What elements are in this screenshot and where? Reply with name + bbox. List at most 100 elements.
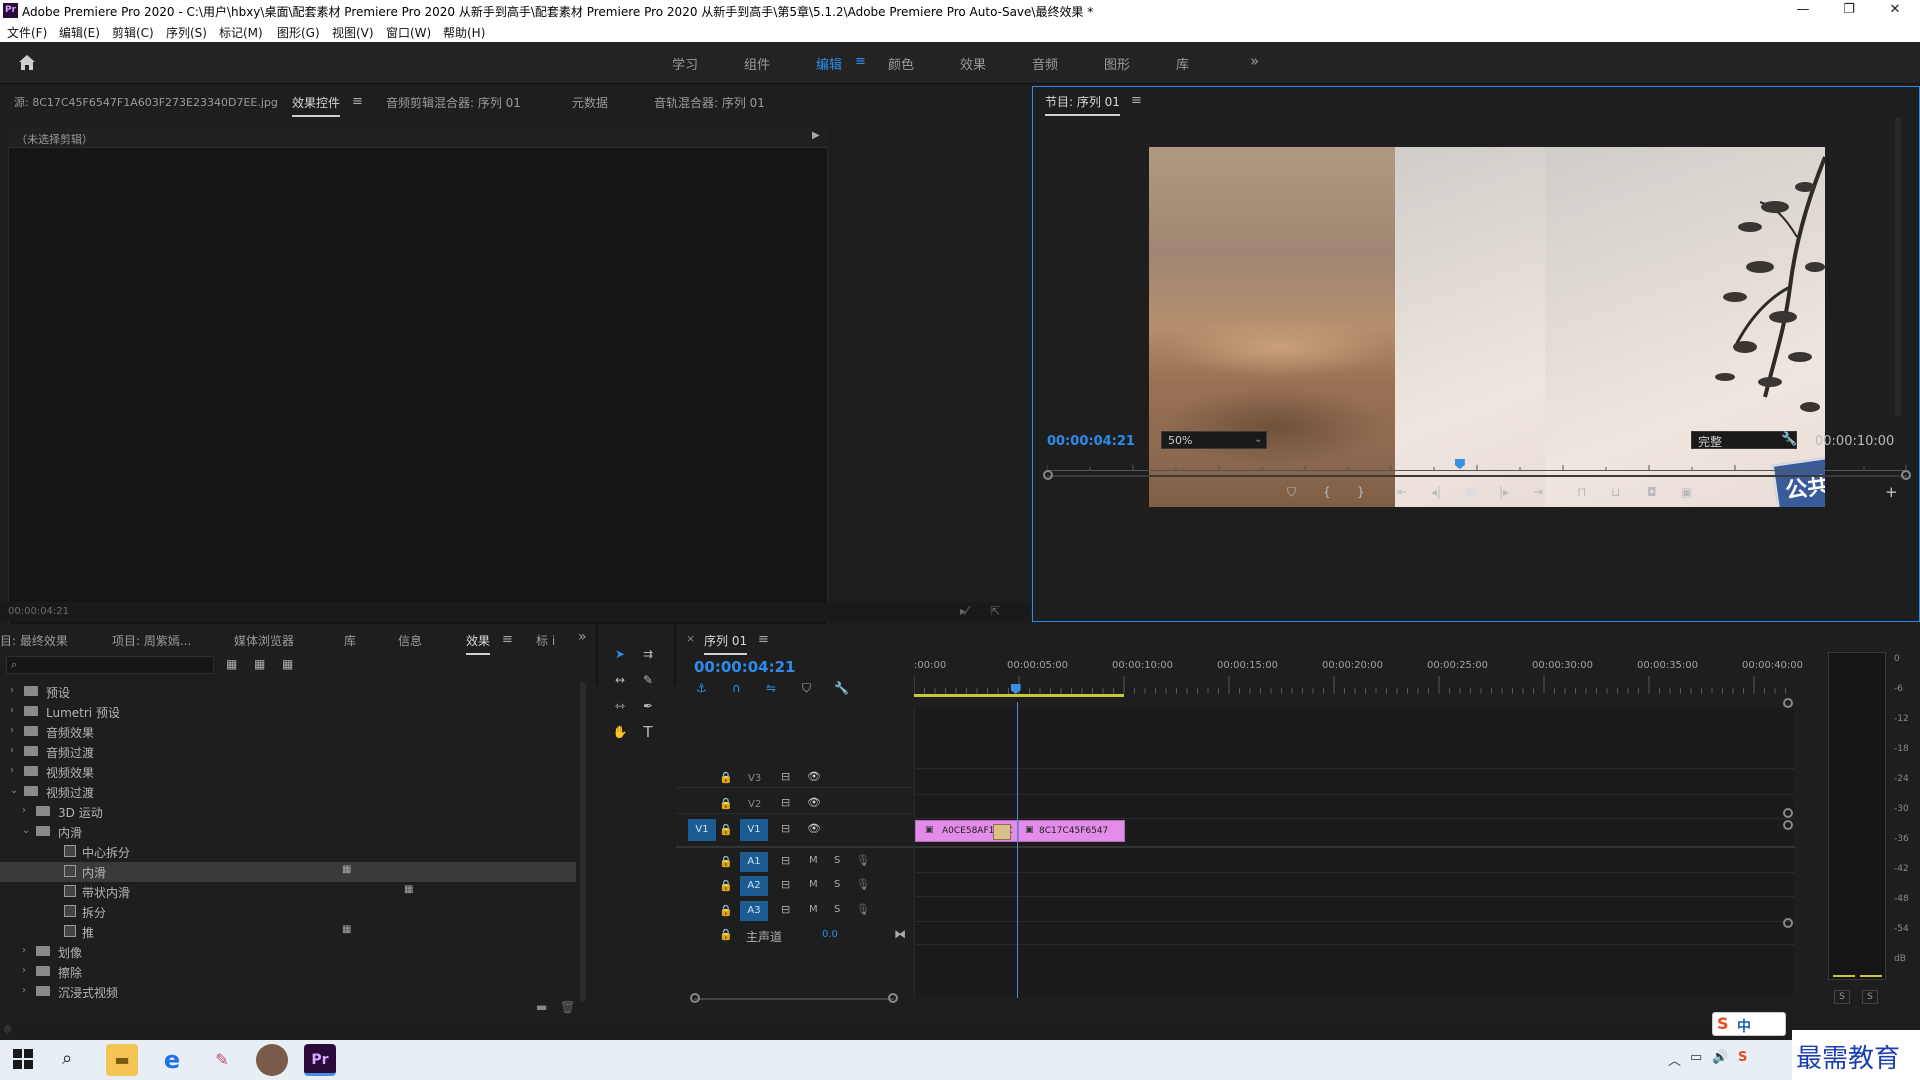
export-icon[interactable]: ⇱: [990, 604, 1000, 618]
paint-icon[interactable]: ✎: [206, 1044, 238, 1076]
effect-item[interactable]: 推 ▦: [0, 922, 576, 942]
solo-button[interactable]: S: [834, 904, 840, 915]
tab-effects[interactable]: 效果: [466, 632, 491, 655]
slip-tool-icon[interactable]: ⇿: [610, 696, 630, 716]
audio-scroll-handle-bottom[interactable]: [1783, 918, 1793, 928]
restore-button[interactable]: ❐: [1826, 0, 1872, 22]
master-volume-value[interactable]: 0.0: [822, 929, 838, 940]
effects-folder[interactable]: › 3D 运动: [0, 802, 576, 822]
video-scroll-handle-bottom[interactable]: [1783, 808, 1793, 818]
chevron-right-icon[interactable]: ›: [10, 705, 14, 716]
effects-folder[interactable]: › 擦除: [0, 962, 576, 982]
lock-icon[interactable]: 🔒: [719, 904, 733, 917]
minimize-button[interactable]: —: [1780, 0, 1826, 22]
track-label-a1[interactable]: A1: [740, 852, 768, 872]
source-patch-v1[interactable]: V1: [688, 819, 716, 841]
eye-icon[interactable]: 👁: [807, 796, 821, 809]
program-scroll-handle-right[interactable]: [1901, 470, 1911, 480]
tab-markers[interactable]: 标 i: [536, 632, 555, 649]
effect-controls-menu-icon[interactable]: ≡: [352, 94, 363, 109]
mute-button[interactable]: M: [809, 855, 818, 866]
video-scroll-handle-top[interactable]: [1783, 698, 1793, 708]
expand-arrow-icon[interactable]: ▶: [812, 130, 820, 141]
close-button[interactable]: ✕: [1872, 0, 1918, 22]
audio-scroll-handle-top[interactable]: [1783, 820, 1793, 830]
search-icon[interactable]: ⌕: [62, 1048, 72, 1069]
32bit-effects-icon[interactable]: ▦: [254, 657, 265, 671]
sogou-tray-icon[interactable]: S: [1738, 1050, 1747, 1065]
network-icon[interactable]: ▭: [1690, 1050, 1702, 1065]
chevron-right-icon[interactable]: ›: [10, 685, 14, 696]
button-editor-add-icon[interactable]: +: [1885, 483, 1898, 501]
accelerated-effects-icon[interactable]: ▦: [226, 657, 237, 671]
avatar-icon[interactable]: [256, 1044, 288, 1076]
chevron-right-icon[interactable]: ›: [10, 745, 14, 756]
tab-project-zhou[interactable]: 项目: 周紫嫣...: [112, 632, 191, 649]
workspace-menu-icon[interactable]: ≡: [855, 54, 866, 69]
linked-selection-icon[interactable]: ⇋: [766, 681, 776, 695]
lock-icon[interactable]: 🔒: [719, 823, 733, 836]
voice-over-mic-icon[interactable]: 🎙: [856, 878, 870, 891]
workspace-graphics[interactable]: 图形: [1104, 54, 1130, 73]
menu-clip[interactable]: 剪辑(C): [112, 24, 154, 41]
lift-icon[interactable]: ⊓: [1577, 485, 1586, 499]
workspace-effects[interactable]: 效果: [960, 54, 986, 73]
work-area-bar[interactable]: [914, 694, 1124, 697]
effect-item[interactable]: 拆分: [0, 902, 576, 922]
chevron-right-icon[interactable]: ›: [10, 725, 14, 736]
workspace-color[interactable]: 颜色: [888, 54, 914, 73]
effects-folder[interactable]: ⌄ 视频过渡: [0, 782, 576, 802]
voice-over-mic-icon[interactable]: 🎙: [856, 854, 870, 867]
yuv-effects-icon[interactable]: ▦: [282, 657, 293, 671]
menu-file[interactable]: 文件(F): [7, 24, 47, 41]
clip-8c17c45f6547[interactable]: ▣ 8C17C45F6547: [1018, 820, 1125, 842]
sequence-menu-icon[interactable]: ≡: [758, 632, 769, 647]
menu-marker[interactable]: 标记(M): [219, 24, 263, 41]
menu-window[interactable]: 窗口(W): [386, 24, 431, 41]
mark-in-icon[interactable]: {: [1323, 485, 1331, 499]
panel-overflow-icon[interactable]: »: [578, 629, 587, 645]
chevron-right-icon[interactable]: ›: [22, 985, 26, 996]
sync-lock-icon[interactable]: ⊟: [781, 854, 790, 867]
sync-lock-icon[interactable]: ⊟: [781, 903, 790, 916]
lock-icon[interactable]: 🔒: [719, 771, 733, 784]
step-forward-icon[interactable]: |▸: [1499, 485, 1509, 499]
menu-help[interactable]: 帮助(H): [443, 24, 485, 41]
lock-icon[interactable]: 🔒: [719, 797, 733, 810]
type-tool-icon[interactable]: T: [638, 722, 658, 742]
tab-audio-track-mixer[interactable]: 音轨混合器: 序列 01: [654, 94, 765, 111]
delete-icon[interactable]: 🗑: [560, 1000, 575, 1014]
timeline-zoom-handle-left[interactable]: [690, 993, 700, 1003]
program-scroll-handle-left[interactable]: [1043, 470, 1053, 480]
snap-icon[interactable]: ∩: [732, 681, 741, 695]
tab-media-browser[interactable]: 媒体浏览器: [234, 632, 294, 649]
menu-graphics[interactable]: 图形(G): [277, 24, 320, 41]
settings-wrench-icon[interactable]: 🔧: [1781, 432, 1797, 447]
effects-folder[interactable]: › 预设: [0, 682, 576, 702]
workspace-assembly[interactable]: 组件: [744, 54, 770, 73]
transition-push-icon[interactable]: [993, 824, 1011, 840]
sync-lock-icon[interactable]: ⊟: [781, 770, 790, 783]
chevron-right-icon[interactable]: ›: [22, 965, 26, 976]
lock-icon[interactable]: 🔒: [719, 879, 733, 892]
lock-icon[interactable]: 🔒: [719, 855, 733, 868]
volume-icon[interactable]: 🔊: [1712, 1050, 1728, 1065]
tab-source[interactable]: 源: 8C17C45F6547F1A603F273E23340D7EE.jpg: [14, 94, 278, 110]
program-playhead-timecode[interactable]: 00:00:04:21: [1047, 434, 1135, 449]
timeline-playhead-line[interactable]: [1016, 702, 1018, 998]
workspace-learning[interactable]: 学习: [672, 54, 698, 73]
timeline-horizontal-scrollbar[interactable]: [694, 998, 894, 1000]
mark-out-icon[interactable]: }: [1357, 485, 1365, 499]
chevron-right-icon[interactable]: ›: [22, 945, 26, 956]
add-marker-icon[interactable]: ⛉: [1287, 485, 1296, 500]
track-select-tool-icon[interactable]: ⇉: [638, 644, 658, 664]
effect-item[interactable]: 内滑 ▦: [0, 862, 576, 882]
effects-folder[interactable]: › 视频效果: [0, 762, 576, 782]
lock-icon[interactable]: 🔒: [719, 928, 733, 941]
effect-item[interactable]: 中心拆分: [0, 842, 576, 862]
comparison-view-icon[interactable]: ▣: [1681, 485, 1692, 499]
timeline-zoom-handle-right[interactable]: [888, 993, 898, 1003]
nest-sequence-icon[interactable]: ⚓: [696, 681, 707, 695]
chevron-down-icon[interactable]: ⌄: [10, 785, 18, 796]
program-vertical-scrollbar[interactable]: [1895, 117, 1901, 417]
